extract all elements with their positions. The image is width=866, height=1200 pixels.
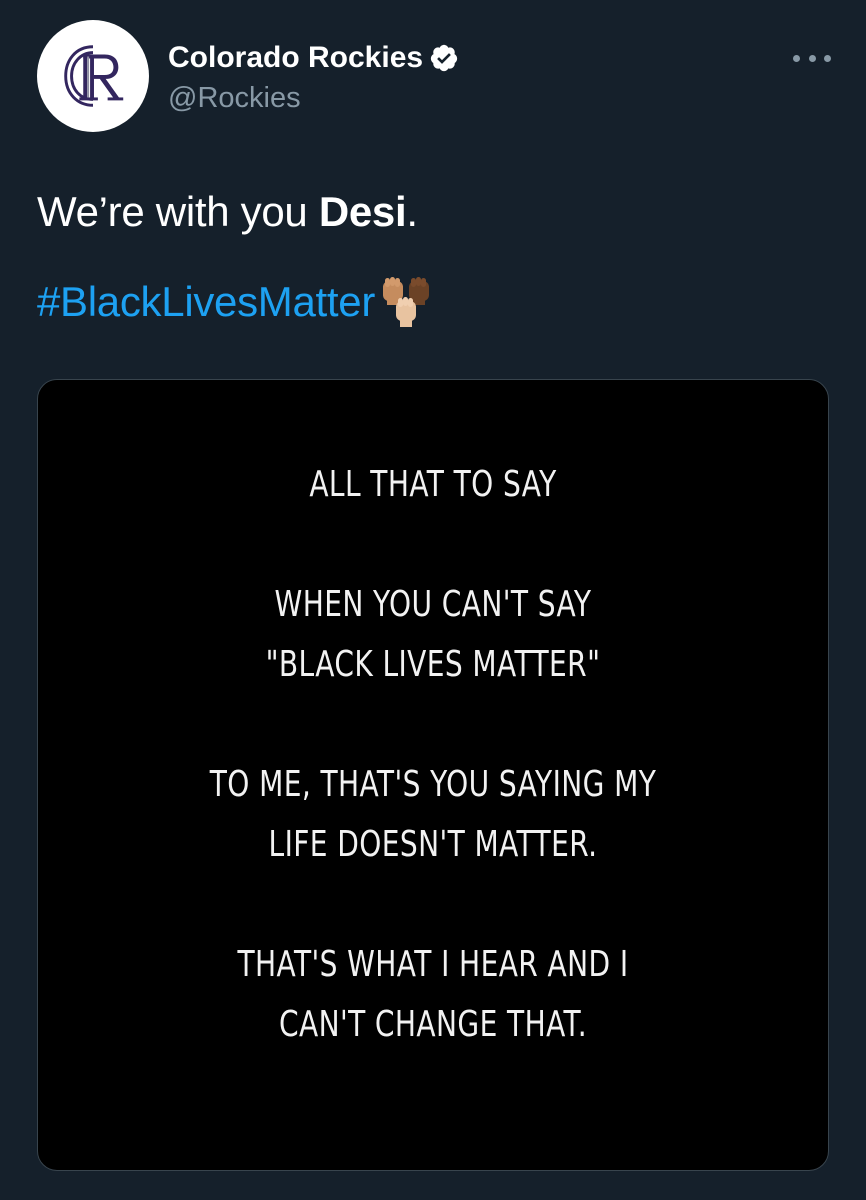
image-text-line: ALL THAT TO SAY: [309, 464, 557, 505]
more-options-icon[interactable]: [793, 50, 831, 66]
image-text-line: LIFE DOESN'T MATTER.: [268, 824, 598, 865]
image-text-line: THAT'S WHAT I HEAR AND I: [237, 944, 629, 985]
display-name[interactable]: Colorado Rockies: [168, 40, 423, 76]
verified-badge-icon: [430, 44, 458, 72]
account-names: Colorado Rockies @Rockies: [168, 40, 459, 118]
image-text-line: TO ME, THAT'S YOU SAYING MY: [209, 764, 657, 805]
handle[interactable]: @Rockies: [168, 78, 459, 118]
tweet-text: We’re with you Desi.: [37, 186, 418, 238]
tweet: Colorado Rockies @Rockies We’re with you…: [0, 0, 866, 1200]
tweet-header: Colorado Rockies @Rockies: [37, 20, 837, 132]
tweet-text-prefix: We’re with you: [37, 188, 319, 235]
hashtag-link[interactable]: #BlackLivesMatter: [37, 276, 375, 328]
rockies-cr-logo-icon: [64, 45, 124, 107]
tweet-text-bold: Desi: [318, 188, 407, 235]
timestamp-peek: [37, 1188, 177, 1200]
raised-fists-icon: [383, 277, 430, 327]
image-text-line: WHEN YOU CAN'T SAY: [274, 584, 592, 625]
image-text-line: "BLACK LIVES MATTER": [265, 644, 601, 685]
tweet-image[interactable]: ALL THAT TO SAY WHEN YOU CAN'T SAY "BLAC…: [37, 379, 829, 1171]
hashtag-line: #BlackLivesMatter: [37, 273, 437, 331]
tweet-text-suffix: .: [406, 188, 418, 235]
avatar[interactable]: [37, 20, 149, 132]
display-name-row[interactable]: Colorado Rockies: [168, 40, 459, 76]
image-text-line: CAN'T CHANGE THAT.: [278, 1004, 588, 1045]
